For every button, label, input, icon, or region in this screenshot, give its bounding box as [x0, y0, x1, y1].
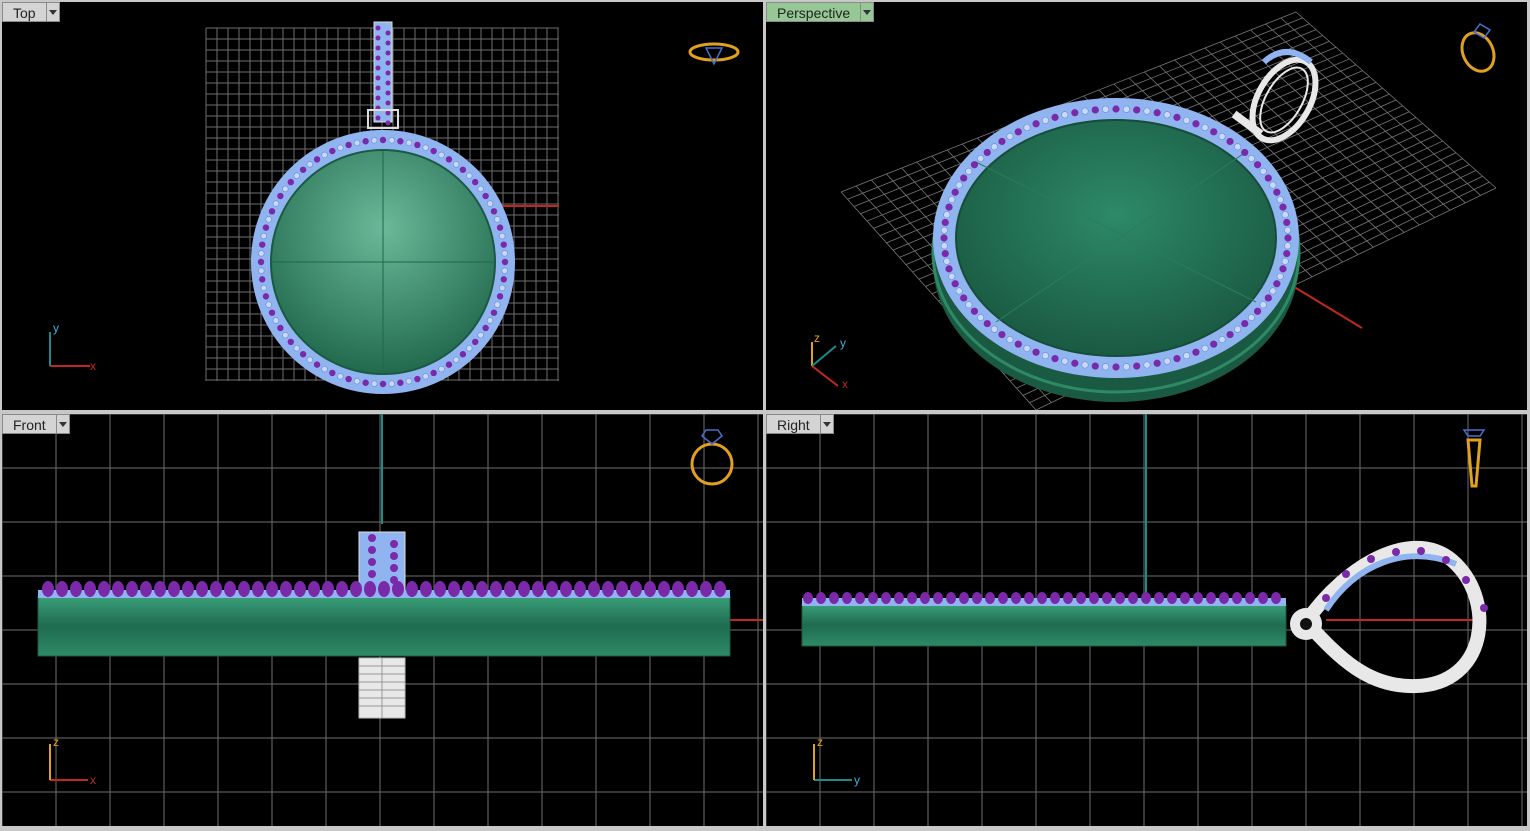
ring-view-gizmo-icon[interactable]: [1456, 424, 1492, 496]
dropdown-arrow-icon[interactable]: [46, 2, 60, 22]
bail-bottom: [358, 657, 406, 719]
viewport-title-top[interactable]: Top: [2, 2, 47, 22]
axis-z-label: z: [53, 735, 59, 749]
pendant-disc: [955, 119, 1277, 357]
viewport-perspective[interactable]: x y z Perspective: [766, 2, 1527, 410]
ring-view-gizmo-icon[interactable]: [686, 426, 742, 492]
axis-triad-icon: x y z: [811, 331, 848, 391]
axis-x-label: x: [842, 377, 848, 391]
axis-triad-icon: x y: [49, 321, 96, 373]
pendant-edge: [37, 595, 731, 657]
axis-triad-icon: y z: [813, 735, 860, 787]
bail-loop-side: [1290, 540, 1487, 694]
axis-y-label: y: [854, 773, 860, 787]
dropdown-arrow-icon[interactable]: [56, 414, 70, 434]
axis-y-label: y: [840, 336, 846, 350]
ring-view-gizmo-icon[interactable]: [686, 38, 742, 72]
axis-x-label: x: [90, 359, 96, 373]
axis-y-label: y: [53, 321, 59, 335]
viewport-front[interactable]: x z Front: [2, 414, 763, 826]
axis-triad-icon: x z: [49, 735, 96, 787]
dropdown-arrow-icon[interactable]: [861, 2, 875, 22]
axis-z-label: z: [814, 331, 820, 345]
viewport-title-perspective[interactable]: Perspective: [766, 2, 862, 22]
viewport-right[interactable]: y z Right: [766, 414, 1527, 826]
tab-top[interactable]: Top: [2, 2, 60, 22]
axis-z-label: z: [817, 735, 823, 749]
ring-view-gizmo-icon[interactable]: [1452, 22, 1502, 78]
dropdown-arrow-icon[interactable]: [820, 414, 834, 434]
tab-front[interactable]: Front: [2, 414, 70, 434]
tab-right[interactable]: Right: [766, 414, 834, 434]
viewport-title-right[interactable]: Right: [766, 414, 821, 434]
axis-x-label: x: [90, 773, 96, 787]
viewport-top[interactable]: x y Top: [2, 2, 763, 410]
viewport-title-front[interactable]: Front: [2, 414, 57, 434]
tab-perspective[interactable]: Perspective: [766, 2, 875, 22]
x-axis-line: [1285, 281, 1363, 329]
